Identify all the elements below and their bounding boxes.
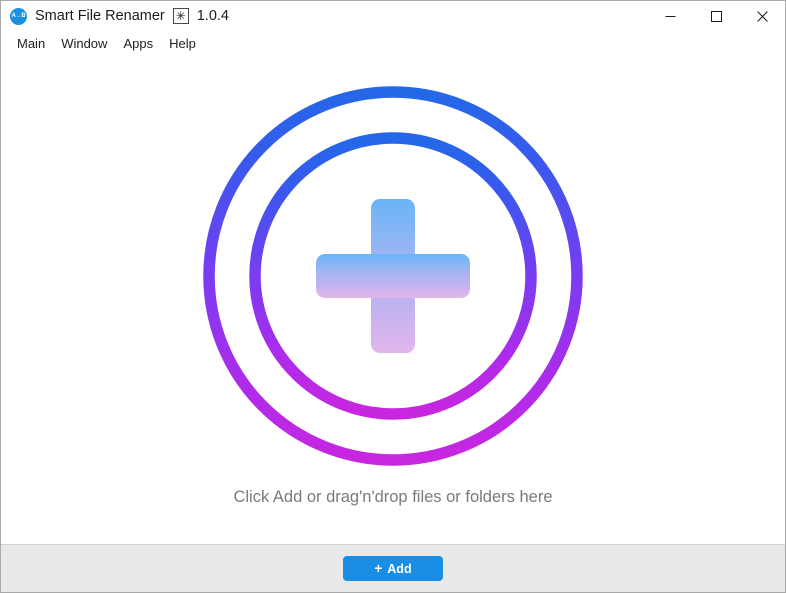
plus-sign-icon: + — [374, 560, 383, 576]
add-files-circle-plus-graphic — [203, 86, 583, 466]
add-button[interactable]: + Add — [343, 556, 443, 581]
window-controls — [647, 1, 785, 31]
minimize-button[interactable] — [647, 1, 693, 31]
menu-item-window[interactable]: Window — [53, 34, 115, 53]
file-drop-area[interactable]: Click Add or drag'n'drop files or folder… — [1, 55, 785, 544]
title-bar: A→B Smart File Renamer ✳ 1.0.4 — [1, 1, 785, 31]
maximize-icon — [710, 10, 722, 22]
application-window: A→B Smart File Renamer ✳ 1.0.4 Main Wind… — [0, 0, 786, 593]
menu-item-help[interactable]: Help — [161, 34, 204, 53]
menu-bar: Main Window Apps Help — [1, 31, 785, 55]
star-badge-icon: ✳ — [172, 8, 189, 24]
close-button[interactable] — [739, 1, 785, 31]
minimize-icon — [665, 15, 675, 17]
version-label: 1.0.4 — [196, 8, 229, 24]
close-icon — [756, 10, 768, 22]
drop-hint-text: Click Add or drag'n'drop files or folder… — [233, 488, 553, 506]
window-title: Smart File Renamer — [35, 8, 165, 24]
maximize-button[interactable] — [693, 1, 739, 31]
plus-icon — [316, 199, 470, 353]
menu-item-apps[interactable]: Apps — [115, 34, 161, 53]
footer-bar: + Add — [1, 544, 785, 592]
app-logo-icon: A→B — [10, 7, 27, 25]
app-logo-icon-label: A→B — [11, 13, 26, 19]
add-button-label: Add — [387, 561, 412, 576]
menu-item-main[interactable]: Main — [9, 34, 53, 53]
